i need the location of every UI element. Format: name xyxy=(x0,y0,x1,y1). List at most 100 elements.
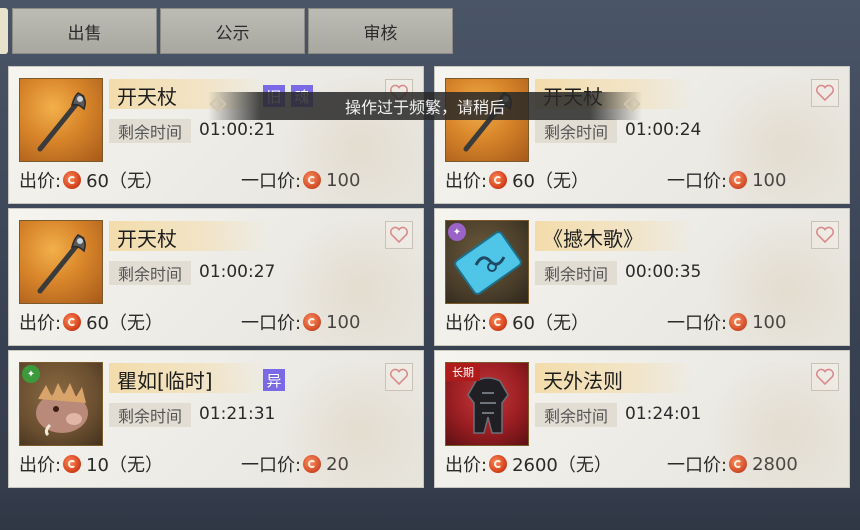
bid-value: 60（无） xyxy=(512,171,589,192)
favorite-button[interactable] xyxy=(385,363,413,391)
bid-row: 出价: 60（无） xyxy=(19,309,163,335)
item-icon-frame xyxy=(445,78,529,162)
time-remaining: 00:00:35 xyxy=(625,262,702,282)
bid-row: 出价: 10（无） xyxy=(19,451,163,477)
item-icon-frame: ✦ xyxy=(445,220,529,304)
buyout-label: 一口价: xyxy=(667,313,728,334)
bid-row: 出价: 60（无） xyxy=(445,309,589,335)
coin-icon xyxy=(303,171,322,189)
item-icon-frame xyxy=(19,78,103,162)
bid-row: 出价: 60（无） xyxy=(445,167,589,193)
bid-label: 出价: xyxy=(19,313,62,334)
coin-icon xyxy=(63,313,82,331)
coin-icon xyxy=(489,455,508,473)
favorite-button[interactable] xyxy=(811,79,839,107)
item-name: 开天杖 xyxy=(117,85,177,109)
bid-label: 出价: xyxy=(445,455,488,476)
staff-icon xyxy=(37,92,86,152)
bid-value: 60（无） xyxy=(86,171,163,192)
tab-public[interactable]: 公示 xyxy=(160,8,305,54)
coin-icon xyxy=(303,455,322,473)
time-remaining: 01:21:31 xyxy=(199,404,276,424)
item-card[interactable]: ✦ 《撼木歌》 剩余时间 00:00:35 出价: 60（无） 一口价: 100 xyxy=(434,208,850,346)
buyout-row: 一口价: 100 xyxy=(667,309,786,335)
bid-label: 出价: xyxy=(445,171,488,192)
tab-review[interactable]: 审核 xyxy=(308,8,453,54)
toast-text: 操作过于频繁，请稍后 xyxy=(344,98,505,117)
long-term-badge: 长期 xyxy=(446,363,480,381)
buyout-row: 一口价: 2800 xyxy=(667,451,798,477)
buyout-value: 100 xyxy=(752,311,787,333)
time-remaining: 01:00:24 xyxy=(625,120,702,140)
buyout-value: 2800 xyxy=(752,453,798,475)
time-label: 剩余时间 xyxy=(535,403,617,427)
time-label: 剩余时间 xyxy=(535,261,617,285)
bid-value: 2600（无） xyxy=(512,455,612,476)
heart-icon xyxy=(815,368,835,386)
time-remaining: 01:24:01 xyxy=(625,404,702,424)
toast-ornament-left xyxy=(209,95,227,113)
coin-icon xyxy=(63,455,82,473)
heart-icon xyxy=(389,368,409,386)
heart-icon xyxy=(815,84,835,102)
bid-label: 出价: xyxy=(19,171,62,192)
toast-message: 操作过于频繁，请稍后 xyxy=(208,92,642,120)
heart-icon xyxy=(815,226,835,244)
buyout-label: 一口价: xyxy=(667,171,728,192)
time-label: 剩余时间 xyxy=(535,119,617,143)
buyout-row: 一口价: 100 xyxy=(241,309,360,335)
item-tag: 异 xyxy=(263,369,285,391)
time-remaining: 01:00:27 xyxy=(199,262,276,282)
buyout-label: 一口价: xyxy=(241,171,302,192)
item-name: 《撼木歌》 xyxy=(543,227,643,251)
coin-icon xyxy=(303,313,322,331)
item-name: 天外法则 xyxy=(543,369,623,393)
item-card[interactable]: 长期 天外法则 剩余时间 01:24:01 出价: 2600（无） 一口价: 2… xyxy=(434,350,850,488)
toast-ornament-right xyxy=(623,95,641,113)
item-card[interactable]: 开天杖 剩余时间 01:00:27 出价: 60（无） 一口价: 100 xyxy=(8,208,424,346)
coin-icon xyxy=(729,171,748,189)
item-card[interactable]: 开天杖 剩余时间 01:00:24 出价: 60（无） 一口价: 100 xyxy=(434,66,850,204)
time-label: 剩余时间 xyxy=(109,403,191,427)
bid-label: 出价: xyxy=(445,313,488,334)
buyout-value: 100 xyxy=(326,311,361,333)
coin-icon xyxy=(63,171,82,189)
item-name: 开天杖 xyxy=(117,227,177,251)
item-icon-frame: 长期 xyxy=(445,362,529,446)
bid-row: 出价: 2600（无） xyxy=(445,451,612,477)
buyout-row: 一口价: 100 xyxy=(667,167,786,193)
buyout-value: 100 xyxy=(752,169,787,191)
item-card[interactable]: 开天杖 旧 魂 剩余时间 01:00:21 出价: 60（无） 一口价: 100 xyxy=(8,66,424,204)
item-grade-badge: ✦ xyxy=(22,365,40,383)
item-card[interactable]: ✦ 瞿如[临时] 异 剩余时间 01:21:31 出价: 10（无） 一口价: … xyxy=(8,350,424,488)
bid-value: 10（无） xyxy=(86,455,163,476)
item-icon-frame xyxy=(19,220,103,304)
bid-value: 60（无） xyxy=(512,313,589,334)
time-label: 剩余时间 xyxy=(109,119,191,143)
item-icon-frame: ✦ xyxy=(19,362,103,446)
coin-icon xyxy=(489,171,508,189)
bid-row: 出价: 60（无） xyxy=(19,167,163,193)
buyout-row: 一口价: 100 xyxy=(241,167,360,193)
staff-icon xyxy=(37,234,86,294)
tab-active-stub[interactable] xyxy=(0,8,8,54)
time-label: 剩余时间 xyxy=(109,261,191,285)
buyout-label: 一口价: xyxy=(241,313,302,334)
time-remaining: 01:00:21 xyxy=(199,120,276,140)
coin-icon xyxy=(729,313,748,331)
item-grade-badge: ✦ xyxy=(448,223,466,241)
buyout-value: 100 xyxy=(326,169,361,191)
item-grid: 开天杖 旧 魂 剩余时间 01:00:21 出价: 60（无） 一口价: 100 xyxy=(8,66,854,488)
favorite-button[interactable] xyxy=(811,363,839,391)
bid-value: 60（无） xyxy=(86,313,163,334)
tab-bar: 出售 公示 审核 xyxy=(0,0,860,60)
buyout-label: 一口价: xyxy=(667,455,728,476)
tab-sell[interactable]: 出售 xyxy=(12,8,157,54)
favorite-button[interactable] xyxy=(385,221,413,249)
buyout-row: 一口价: 20 xyxy=(241,451,349,477)
coin-icon xyxy=(729,455,748,473)
buyout-label: 一口价: xyxy=(241,455,302,476)
favorite-button[interactable] xyxy=(811,221,839,249)
bid-label: 出价: xyxy=(19,455,62,476)
item-name: 瞿如[临时] xyxy=(117,369,213,393)
